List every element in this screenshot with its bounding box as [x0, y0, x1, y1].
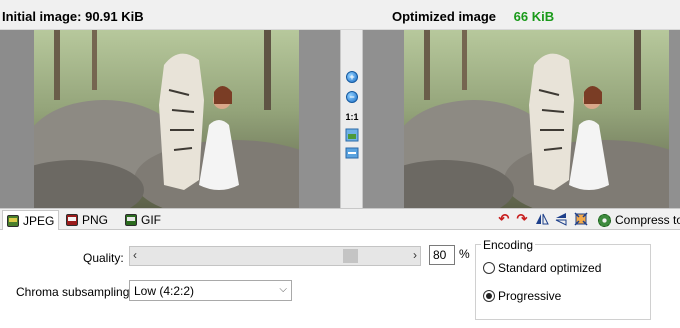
standard-optimized-radio[interactable]	[483, 262, 495, 274]
chroma-subsampling-label: Chroma subsampling:	[16, 285, 133, 299]
rotate-right-icon: ↷	[516, 211, 528, 226]
chroma-subsampling-select[interactable]: Low (4:2:2) ⌵	[129, 280, 292, 301]
encoding-legend: Encoding	[481, 238, 536, 252]
optimized-pane-margin	[363, 30, 404, 208]
optimized-pane-right-margin	[669, 30, 680, 208]
chroma-subsampling-value: Low (4:2:2)	[134, 284, 195, 298]
initial-image-preview	[34, 30, 299, 208]
rotate-left-icon: ↶	[498, 211, 510, 226]
png-file-icon	[66, 214, 78, 226]
zoom-in-button[interactable]: +	[344, 70, 360, 84]
rotate-left-button[interactable]: ↶	[497, 211, 511, 226]
progressive-option[interactable]: Progressive	[483, 289, 561, 303]
quality-slider[interactable]: ‹ ›	[129, 246, 421, 266]
tab-gif[interactable]: GIF	[121, 211, 165, 229]
tab-png-label: PNG	[82, 213, 109, 227]
jpeg-settings-panel: Quality: ‹ › 80 % Chroma subsampling: Lo…	[0, 230, 680, 328]
resize-button[interactable]	[574, 212, 588, 226]
flip-vertical-button[interactable]	[554, 212, 568, 226]
gif-file-icon	[125, 214, 137, 226]
fit-image-icon	[345, 128, 359, 142]
zoom-in-icon: +	[346, 71, 358, 83]
flip-vertical-icon	[555, 213, 567, 226]
quality-input[interactable]: 80	[429, 245, 455, 265]
optimized-image-preview	[404, 30, 669, 208]
tab-png[interactable]: PNG	[62, 211, 112, 229]
encoding-group	[475, 244, 651, 320]
optimized-image-title: Optimized image	[392, 9, 497, 24]
compress-to-button[interactable]: Compress to	[598, 212, 680, 228]
fit-image-button[interactable]	[344, 128, 360, 142]
initial-image-label: Initial image: 90.91 KiB	[2, 9, 144, 24]
actual-size-button[interactable]: 1:1	[344, 110, 360, 124]
optimized-image-label: Optimized image 66 KiB	[392, 9, 554, 24]
tab-gif-label: GIF	[141, 213, 161, 227]
flip-horizontal-button[interactable]	[535, 212, 549, 226]
gear-icon	[598, 213, 611, 227]
flip-horizontal-icon	[536, 213, 549, 225]
progressive-radio[interactable]	[483, 290, 495, 302]
swap-view-icon	[345, 147, 359, 159]
quality-slider-thumb[interactable]	[342, 249, 358, 263]
jpeg-file-icon	[7, 214, 19, 227]
progressive-label: Progressive	[498, 289, 562, 303]
quality-percent-label: %	[459, 247, 470, 261]
actual-size-label: 1:1	[345, 112, 359, 122]
quality-label: Quality:	[83, 251, 124, 265]
optimized-image-pane[interactable]	[363, 30, 680, 208]
standard-optimized-option[interactable]: Standard optimized	[483, 261, 601, 275]
initial-image-size: 90.91 KiB	[85, 9, 144, 24]
tab-jpeg[interactable]: JPEG	[2, 210, 60, 230]
compress-to-label: Compress to	[615, 213, 680, 227]
chevron-down-icon: ⌵	[279, 284, 287, 295]
zoom-out-button[interactable]: −	[344, 90, 360, 104]
rotate-right-button[interactable]: ↷	[515, 211, 529, 226]
view-toolbar: + − 1:1	[340, 30, 363, 208]
zoom-out-icon: −	[346, 91, 358, 103]
resize-icon	[574, 212, 588, 226]
slider-left-arrow-icon[interactable]: ‹	[133, 248, 137, 262]
optimized-image-size: 66 KiB	[513, 9, 555, 24]
comparison-header: Initial image: 90.91 KiB Optimized image…	[0, 0, 680, 30]
swap-view-button[interactable]	[344, 146, 360, 160]
initial-pane-margin	[299, 30, 340, 208]
tab-jpeg-label: JPEG	[23, 213, 55, 228]
slider-right-arrow-icon[interactable]: ›	[413, 248, 417, 262]
initial-image-pane[interactable]	[0, 30, 340, 208]
standard-optimized-label: Standard optimized	[498, 261, 602, 275]
format-tabbar: JPEG PNG GIF ↶ ↷ Compress to	[0, 208, 680, 230]
initial-image-title: Initial image:	[2, 9, 82, 24]
